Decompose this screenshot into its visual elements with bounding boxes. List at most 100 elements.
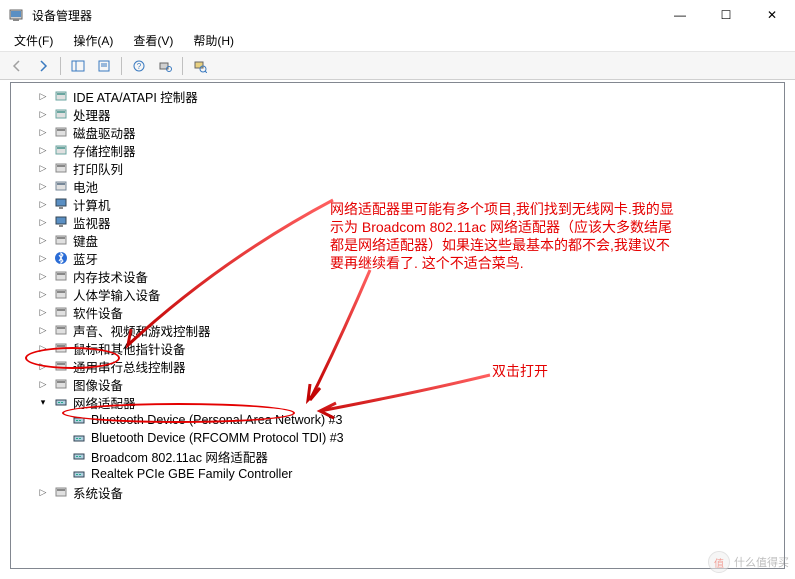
window-controls: — ☐ ✕ — [657, 0, 795, 30]
network-adapter-item[interactable]: Bluetooth Device (RFCOMM Protocol TDI) #… — [29, 429, 784, 447]
adapter-label: Broadcom 802.11ac 网络适配器 — [91, 447, 268, 466]
tree-node-label: 人体学输入设备 — [73, 285, 161, 304]
network-adapter-item[interactable]: Realtek PCIe GBE Family Controller — [29, 465, 784, 483]
tree-node-disk[interactable]: ▷ 磁盘驱动器 — [11, 123, 784, 141]
memory-icon — [53, 268, 69, 284]
tree-node-computer[interactable]: ▷ 计算机 — [11, 195, 784, 213]
disk-icon — [53, 124, 69, 140]
tree-node-printer[interactable]: ▷ 打印队列 — [11, 159, 784, 177]
network-adapter-item[interactable]: Broadcom 802.11ac 网络适配器 — [29, 447, 784, 465]
expander-icon[interactable]: ▷ — [35, 196, 51, 212]
close-button[interactable]: ✕ — [749, 0, 795, 30]
tree-node-label: 软件设备 — [73, 303, 123, 322]
system-icon — [53, 484, 69, 500]
expander-icon[interactable]: ▷ — [35, 484, 51, 500]
scan-button[interactable] — [154, 55, 176, 77]
mouse-icon — [53, 340, 69, 356]
printer-icon — [53, 160, 69, 176]
forward-button[interactable] — [32, 55, 54, 77]
tree-node-label: 图像设备 — [73, 375, 123, 394]
expander-icon[interactable]: ▷ — [35, 88, 51, 104]
tree-node-label: 系统设备 — [73, 483, 123, 502]
tree-node-bluetooth[interactable]: ▷ 蓝牙 — [11, 249, 784, 267]
properties-button[interactable] — [93, 55, 115, 77]
tree-node-keyboard[interactable]: ▷ 键盘 — [11, 231, 784, 249]
tree-node-label: 内存技术设备 — [73, 267, 148, 286]
menu-file[interactable]: 文件(F) — [6, 30, 61, 51]
tree-node-label: 键盘 — [73, 231, 98, 250]
expander-icon[interactable]: ▷ — [35, 178, 51, 194]
network-card-icon — [71, 430, 87, 446]
keyboard-icon — [53, 232, 69, 248]
tree-node-storage[interactable]: ▷ 存储控制器 — [11, 141, 784, 159]
tree-node-system-devices[interactable]: ▷ 系统设备 — [11, 483, 784, 501]
minimize-button[interactable]: — — [657, 0, 703, 30]
tree-node-mouse[interactable]: ▷ 鼠标和其他指针设备 — [11, 339, 784, 357]
tree-node-label: 声音、视频和游戏控制器 — [73, 321, 211, 340]
tree-node-usb[interactable]: ▷ 通用串行总线控制器 — [11, 357, 784, 375]
tree-node-label: 监视器 — [73, 213, 111, 232]
storage-icon — [53, 142, 69, 158]
tree-node-network-adapters[interactable]: ▾ 网络适配器 — [11, 393, 784, 411]
expander-icon[interactable]: ▷ — [35, 124, 51, 140]
svg-text:?: ? — [137, 62, 142, 71]
bluetooth-icon — [53, 250, 69, 266]
tree-node-label: 打印队列 — [73, 159, 123, 178]
tree-node-label: 电池 — [73, 177, 98, 196]
expander-icon[interactable]: ▷ — [35, 106, 51, 122]
tree-node-label: 处理器 — [73, 105, 111, 124]
tree-node-label: 存储控制器 — [73, 141, 136, 160]
tree-node-label: 网络适配器 — [73, 393, 136, 412]
network-adapter-item[interactable]: Bluetooth Device (Personal Area Network)… — [29, 411, 784, 429]
tree-node-label: 计算机 — [73, 195, 111, 214]
expander-icon[interactable]: ▷ — [35, 286, 51, 302]
monitor-icon — [53, 214, 69, 230]
battery-icon — [53, 178, 69, 194]
expander-icon[interactable]: ▷ — [35, 160, 51, 176]
tree-node-cpu[interactable]: ▷ 处理器 — [11, 105, 784, 123]
menu-action[interactable]: 操作(A) — [65, 30, 121, 51]
expander-icon[interactable]: ▷ — [35, 340, 51, 356]
expander-icon[interactable]: ▷ — [35, 304, 51, 320]
titlebar: 设备管理器 — ☐ ✕ — [0, 0, 795, 30]
expander-icon[interactable]: ▷ — [35, 322, 51, 338]
window-title: 设备管理器 — [32, 7, 657, 24]
expander-icon[interactable]: ▷ — [35, 268, 51, 284]
expander-icon[interactable]: ▾ — [35, 394, 51, 410]
toolbar: ? — [0, 52, 795, 80]
software-icon — [53, 304, 69, 320]
computer-icon — [53, 196, 69, 212]
expander-icon[interactable]: ▷ — [35, 358, 51, 374]
network-card-icon — [71, 466, 87, 482]
expander-icon[interactable]: ▷ — [35, 214, 51, 230]
maximize-button[interactable]: ☐ — [703, 0, 749, 30]
imaging-icon — [53, 376, 69, 392]
tree-node-imaging[interactable]: ▷ 图像设备 — [11, 375, 784, 393]
tree-node-label: IDE ATA/ATAPI 控制器 — [73, 87, 198, 106]
back-button[interactable] — [6, 55, 28, 77]
tree-node-battery[interactable]: ▷ 电池 — [11, 177, 784, 195]
tree-node-sound[interactable]: ▷ 声音、视频和游戏控制器 — [11, 321, 784, 339]
show-hide-tree-button[interactable] — [67, 55, 89, 77]
sound-icon — [53, 322, 69, 338]
help-button[interactable]: ? — [128, 55, 150, 77]
app-icon — [8, 7, 24, 23]
hid-icon — [53, 286, 69, 302]
expander-icon[interactable]: ▷ — [35, 376, 51, 392]
tree-node-memory[interactable]: ▷ 内存技术设备 — [11, 267, 784, 285]
expander-icon[interactable]: ▷ — [35, 232, 51, 248]
menu-help[interactable]: 帮助(H) — [185, 30, 242, 51]
tree-node-monitor[interactable]: ▷ 监视器 — [11, 213, 784, 231]
scan-hardware-button[interactable] — [189, 55, 211, 77]
expander-icon[interactable]: ▷ — [35, 250, 51, 266]
menu-view[interactable]: 查看(V) — [125, 30, 181, 51]
device-tree-container[interactable]: ▷ IDE ATA/ATAPI 控制器 ▷ 处理器 ▷ 磁盘驱动器 ▷ 存储控制… — [10, 82, 785, 569]
tree-node-hid[interactable]: ▷ 人体学输入设备 — [11, 285, 784, 303]
expander-icon[interactable]: ▷ — [35, 142, 51, 158]
network-card-icon — [71, 412, 87, 428]
network-icon — [53, 394, 69, 410]
usb-icon — [53, 358, 69, 374]
device-tree: ▷ IDE ATA/ATAPI 控制器 ▷ 处理器 ▷ 磁盘驱动器 ▷ 存储控制… — [11, 83, 784, 505]
tree-node-ide[interactable]: ▷ IDE ATA/ATAPI 控制器 — [11, 87, 784, 105]
tree-node-software[interactable]: ▷ 软件设备 — [11, 303, 784, 321]
